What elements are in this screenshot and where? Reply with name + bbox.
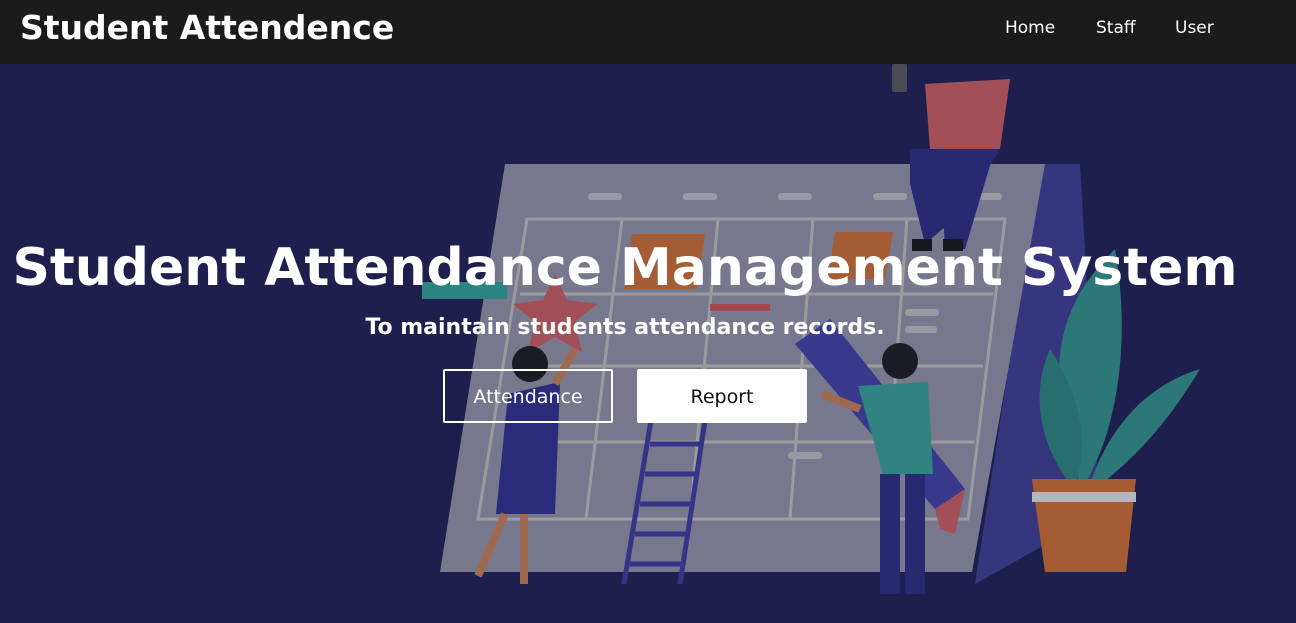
nav-link-home[interactable]: Home [1005,17,1055,39]
nav-link-user[interactable]: User [1175,17,1214,39]
hero-title: Student Attendance Management System [12,238,1238,298]
brand-logo-text[interactable]: Student Attendence [20,8,394,48]
top-navbar: Student Attendence Home Staff User [0,0,1296,64]
hero-illustration [0,64,1296,623]
report-button[interactable]: Report [637,369,807,423]
hero-section: Student Attendance Management System To … [0,64,1296,623]
attendance-button[interactable]: Attendance [443,369,613,423]
nav-link-staff[interactable]: Staff [1096,17,1136,39]
hero-subtitle: To maintain students attendance records. [365,315,885,340]
